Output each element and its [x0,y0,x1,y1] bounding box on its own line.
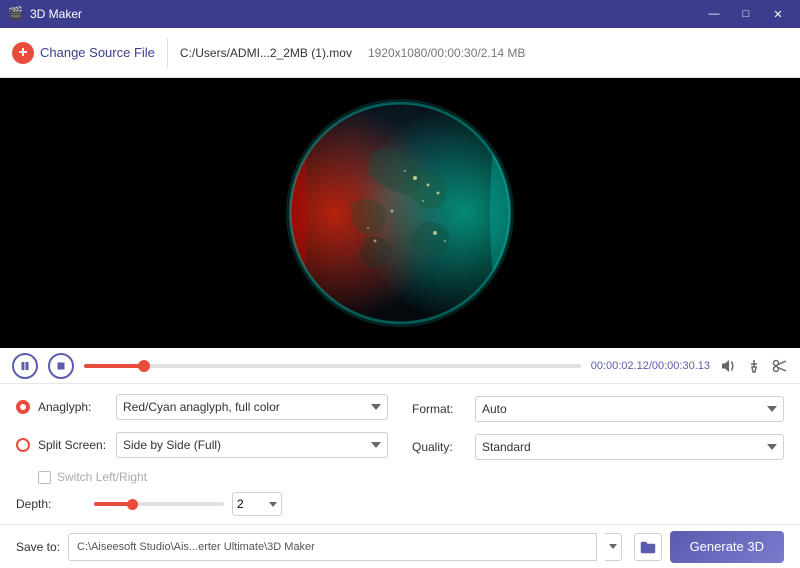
quality-select[interactable]: Standard [475,434,784,460]
split-screen-select[interactable]: Side by Side (Full) [116,432,388,458]
volume-button[interactable] [720,359,736,373]
depth-slider[interactable] [94,502,224,506]
switch-lr-item: Switch Left/Right [38,470,147,484]
time-display: 00:00:02.12/00:00:30.13 [591,360,710,372]
change-source-button[interactable]: + Change Source File [12,42,155,64]
anaglyph-setting: Anaglyph: Red/Cyan anaglyph, full color [16,394,388,420]
settings-left-1: Anaglyph: Red/Cyan anaglyph, full color [16,394,388,424]
earth-preview [280,93,520,333]
split-screen-setting: Split Screen: Side by Side (Full) [16,432,388,458]
pin-button[interactable] [746,359,762,373]
format-label: Format: [412,402,467,416]
settings-right-2: Quality: Standard [396,434,784,460]
toolbar-divider [167,38,168,68]
change-source-label: Change Source File [40,45,155,60]
switch-lr-container: Switch Left/Right [16,470,147,484]
depth-fill [94,502,133,506]
title-bar-left: 🎬 3D Maker [8,6,82,22]
maximize-button[interactable]: □ [732,4,760,24]
quality-label: Quality: [412,440,467,454]
minimize-button[interactable]: — [700,4,728,24]
app-title: 3D Maker [30,7,82,21]
depth-select[interactable]: 2 [232,492,282,516]
progress-fill [84,364,144,368]
save-path-dropdown[interactable] [605,533,622,561]
title-bar-controls: — □ ✕ [700,4,792,24]
depth-row: Depth: 2 [16,492,784,516]
settings-right-1: Format: Auto [396,396,784,422]
progress-bar[interactable] [84,364,581,368]
file-info: C:/Users/ADMI...2_2MB (1).mov 1920x1080/… [180,46,526,60]
generate-3d-button[interactable]: Generate 3D [670,531,784,563]
title-bar: 🎬 3D Maker — □ ✕ [0,0,800,28]
app-icon: 🎬 [8,6,24,22]
close-button[interactable]: ✕ [764,4,792,24]
settings-left-2: Split Screen: Side by Side (Full) [16,432,388,462]
settings-row-3: Switch Left/Right [16,470,784,484]
save-to-label: Save to: [16,540,60,554]
radio-dot [20,404,26,410]
scissors-button[interactable] [772,359,788,373]
split-screen-radio[interactable] [16,438,30,452]
file-meta: 1920x1080/00:00:30/2.14 MB [368,46,525,60]
progress-thumb[interactable] [138,360,150,372]
toolbar: + Change Source File C:/Users/ADMI...2_2… [0,28,800,78]
pause-button[interactable] [12,353,38,379]
settings-row-1: Anaglyph: Red/Cyan anaglyph, full color … [16,394,784,424]
anaglyph-radio[interactable] [16,400,30,414]
split-screen-label: Split Screen: [38,438,108,452]
switch-lr-checkbox[interactable] [38,471,51,484]
save-path-input[interactable] [68,533,597,561]
controls-bar: 00:00:02.12/00:00:30.13 [0,348,800,384]
file-path: C:/Users/ADMI...2_2MB (1).mov [180,46,352,60]
depth-label: Depth: [16,497,86,511]
settings-area: Anaglyph: Red/Cyan anaglyph, full color … [0,384,800,524]
folder-browse-button[interactable] [634,533,662,561]
anaglyph-select[interactable]: Red/Cyan anaglyph, full color [116,394,388,420]
stop-button[interactable] [48,353,74,379]
anaglyph-label: Anaglyph: [38,400,108,414]
plus-icon: + [12,42,34,64]
preview-area [0,78,800,348]
depth-thumb[interactable] [127,499,138,510]
bottom-bar: Save to: Generate 3D [0,524,800,568]
settings-row-2: Split Screen: Side by Side (Full) Qualit… [16,432,784,462]
format-select[interactable]: Auto [475,396,784,422]
switch-lr-label: Switch Left/Right [57,470,147,484]
